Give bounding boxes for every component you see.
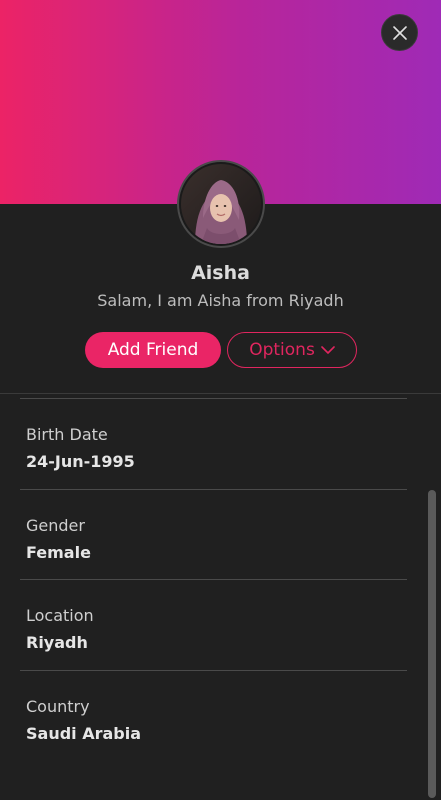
detail-country: Country Saudi Arabia [20,670,407,761]
close-button[interactable] [381,14,418,51]
detail-label: Gender [26,516,85,535]
add-friend-button[interactable]: Add Friend [85,332,221,368]
scrollbar-thumb[interactable] [428,490,436,798]
profile-bio: Salam, I am Aisha from Riyadh [97,291,344,310]
detail-value: Female [26,543,91,562]
detail-value: 24-Jun-1995 [26,452,135,471]
detail-label: Country [26,697,90,716]
detail-gender: Gender Female [20,489,407,580]
detail-label: Location [26,606,94,625]
detail-location: Location Riyadh [20,579,407,670]
avatar-image [181,164,261,244]
options-button[interactable]: Options [227,332,357,368]
detail-value: Riyadh [26,633,88,652]
profile-name: Aisha [191,262,250,284]
detail-value: Saudi Arabia [26,724,142,743]
profile-details-list[interactable]: Birth Date 24-Jun-1995 Gender Female Loc… [0,394,441,800]
detail-label: Birth Date [26,425,108,444]
avatar[interactable] [177,160,265,248]
close-icon [392,25,407,40]
options-label: Options [249,340,315,360]
detail-birth-date: Birth Date 24-Jun-1995 [20,398,407,489]
chevron-down-icon [320,346,335,354]
